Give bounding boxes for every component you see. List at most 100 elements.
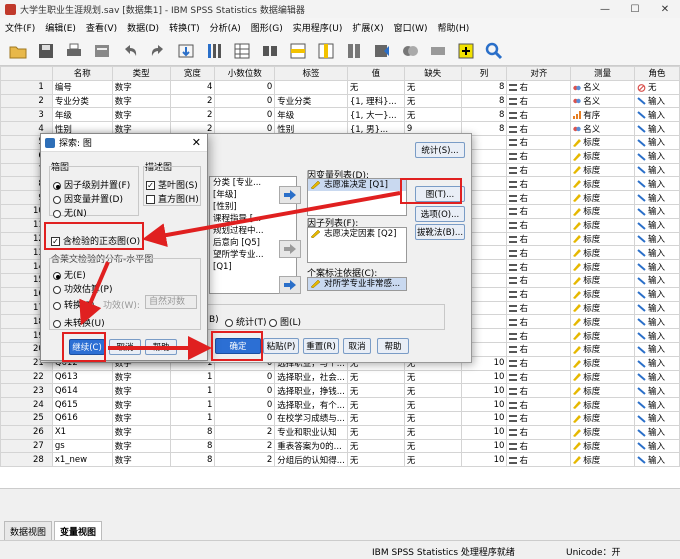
var-role-cell[interactable]: 输入 bbox=[634, 424, 680, 440]
dialog-recall-icon[interactable] bbox=[90, 39, 114, 63]
minimize-button[interactable]: — bbox=[590, 0, 620, 18]
var-name-cell[interactable]: Q616 bbox=[51, 410, 113, 426]
var-measure-cell[interactable]: 有序 bbox=[570, 107, 636, 123]
var-role-cell[interactable]: 输入 bbox=[634, 217, 680, 233]
help-button[interactable]: 帮助 bbox=[377, 338, 409, 354]
insert-cases-icon[interactable] bbox=[286, 39, 310, 63]
insert-variable-icon[interactable] bbox=[314, 39, 338, 63]
search-icon[interactable] bbox=[482, 39, 506, 63]
var-width-cell[interactable]: 8 bbox=[169, 424, 216, 440]
var-type-cell[interactable]: 数字 bbox=[111, 369, 171, 385]
var-type-cell[interactable]: 数字 bbox=[111, 410, 171, 426]
col-header-role[interactable]: 角色 bbox=[634, 66, 680, 81]
var-columns-cell[interactable]: 10 bbox=[460, 397, 508, 412]
close-dialog-icon[interactable]: ✕ bbox=[192, 136, 201, 149]
col-header-missing[interactable]: 缺失 bbox=[403, 66, 462, 81]
var-name-cell[interactable]: Q613 bbox=[51, 369, 113, 385]
var-width-cell[interactable]: 2 bbox=[169, 93, 216, 109]
var-label-cell[interactable]: 年级 bbox=[274, 107, 348, 123]
var-align-cell[interactable]: 右 bbox=[506, 121, 572, 136]
var-missing-cell[interactable]: 无 bbox=[403, 438, 462, 454]
var-role-cell[interactable]: 输入 bbox=[634, 134, 680, 150]
var-values-cell[interactable]: 无 bbox=[346, 424, 405, 440]
goto-case-icon[interactable] bbox=[174, 39, 198, 63]
power-estimation-radio[interactable]: 功效估算(P) bbox=[53, 282, 112, 295]
var-columns-cell[interactable]: 10 bbox=[460, 383, 508, 399]
source-var-item[interactable]: [Q1] bbox=[210, 261, 296, 273]
var-align-cell[interactable]: 右 bbox=[506, 286, 572, 302]
var-role-cell[interactable]: 输入 bbox=[634, 383, 680, 399]
var-decimals-cell[interactable]: 2 bbox=[214, 438, 276, 454]
var-align-cell[interactable]: 右 bbox=[506, 424, 572, 440]
var-name-cell[interactable]: Q615 bbox=[51, 397, 113, 412]
histogram-checkbox[interactable]: 直方图(H) bbox=[146, 192, 199, 205]
var-label-cell[interactable]: 选择职业，挣钱... bbox=[274, 383, 348, 399]
var-values-cell[interactable]: 无 bbox=[346, 79, 405, 95]
var-align-cell[interactable]: 右 bbox=[506, 231, 572, 247]
var-missing-cell[interactable]: 无 bbox=[403, 369, 462, 385]
menu-utilities[interactable]: 实用程序(U) bbox=[288, 21, 348, 34]
find-icon[interactable] bbox=[258, 39, 282, 63]
stem-leaf-checkbox[interactable]: ✓ 茎叶图(S) bbox=[146, 178, 198, 191]
var-role-cell[interactable]: 输入 bbox=[634, 107, 680, 123]
var-measure-cell[interactable]: 标度 bbox=[570, 217, 636, 233]
var-values-cell[interactable]: 无 bbox=[346, 369, 405, 385]
menu-extensions[interactable]: 扩展(X) bbox=[347, 21, 388, 34]
var-type-cell[interactable]: 数字 bbox=[111, 424, 171, 440]
var-type-cell[interactable]: 数字 bbox=[111, 438, 171, 454]
var-align-cell[interactable]: 右 bbox=[506, 438, 572, 454]
var-align-cell[interactable]: 右 bbox=[506, 272, 572, 288]
var-decimals-cell[interactable]: 2 bbox=[214, 452, 276, 468]
dependent-list-box[interactable]: 志愿准决定 [Q1] bbox=[307, 178, 407, 216]
case-label-box[interactable]: 对所学专业非常感... bbox=[307, 277, 407, 291]
move-to-factor-button[interactable] bbox=[279, 240, 301, 258]
display-stats-radio[interactable]: 统计(T) bbox=[225, 315, 267, 328]
var-name-cell[interactable]: x1_new bbox=[51, 452, 113, 468]
var-measure-cell[interactable]: 标度 bbox=[570, 397, 636, 412]
var-measure-cell[interactable]: 标度 bbox=[570, 231, 636, 247]
var-role-cell[interactable]: 输入 bbox=[634, 93, 680, 109]
select-cases-icon[interactable] bbox=[398, 39, 422, 63]
var-measure-cell[interactable]: 标度 bbox=[570, 438, 636, 454]
open-folder-icon[interactable] bbox=[6, 39, 30, 63]
var-align-cell[interactable]: 右 bbox=[506, 397, 572, 412]
options-button[interactable]: 选项(O)... bbox=[415, 206, 465, 222]
menu-window[interactable]: 窗口(W) bbox=[389, 21, 433, 34]
col-header-measure[interactable]: 测量 bbox=[570, 66, 636, 81]
var-role-cell[interactable]: 输入 bbox=[634, 286, 680, 302]
var-role-cell[interactable]: 输入 bbox=[634, 231, 680, 247]
menu-analyze[interactable]: 分析(A) bbox=[205, 21, 246, 34]
box-none-radio[interactable]: 无(N) bbox=[53, 206, 87, 219]
var-missing-cell[interactable]: 无 bbox=[403, 452, 462, 468]
var-measure-cell[interactable]: 标度 bbox=[570, 341, 636, 357]
var-decimals-cell[interactable]: 0 bbox=[214, 383, 276, 399]
var-align-cell[interactable]: 右 bbox=[506, 259, 572, 274]
close-window-button[interactable]: ✕ bbox=[650, 0, 680, 18]
var-measure-cell[interactable]: 标度 bbox=[570, 328, 636, 343]
var-decimals-cell[interactable]: 0 bbox=[214, 107, 276, 123]
menu-data[interactable]: 数据(D) bbox=[122, 21, 164, 34]
var-missing-cell[interactable]: 无 bbox=[403, 383, 462, 399]
var-name-cell[interactable]: 专业分类 bbox=[51, 93, 113, 109]
var-measure-cell[interactable]: 名义 bbox=[570, 93, 636, 109]
var-width-cell[interactable]: 1 bbox=[169, 397, 216, 412]
row-number-cell[interactable]: 2 bbox=[0, 93, 53, 109]
row-number-cell[interactable]: 28 bbox=[0, 452, 53, 468]
var-align-cell[interactable]: 右 bbox=[506, 79, 572, 95]
var-missing-cell[interactable]: 无 bbox=[403, 79, 462, 95]
redo-icon[interactable] bbox=[146, 39, 170, 63]
var-missing-cell[interactable]: 无 bbox=[403, 410, 462, 426]
col-header-decimals[interactable]: 小数位数 bbox=[214, 66, 276, 81]
var-name-cell[interactable]: gs bbox=[51, 438, 113, 454]
var-width-cell[interactable]: 8 bbox=[169, 438, 216, 454]
var-name-cell[interactable]: Q614 bbox=[51, 383, 113, 399]
col-header-name[interactable]: 名称 bbox=[51, 66, 113, 81]
menu-transform[interactable]: 转换(T) bbox=[164, 21, 205, 34]
var-type-cell[interactable]: 数字 bbox=[111, 452, 171, 468]
var-decimals-cell[interactable]: 0 bbox=[214, 369, 276, 385]
var-role-cell[interactable]: 输入 bbox=[634, 314, 680, 330]
var-values-cell[interactable]: 无 bbox=[346, 452, 405, 468]
var-values-cell[interactable]: 无 bbox=[346, 383, 405, 399]
var-type-cell[interactable]: 数字 bbox=[111, 383, 171, 399]
var-measure-cell[interactable]: 名义 bbox=[570, 79, 636, 95]
